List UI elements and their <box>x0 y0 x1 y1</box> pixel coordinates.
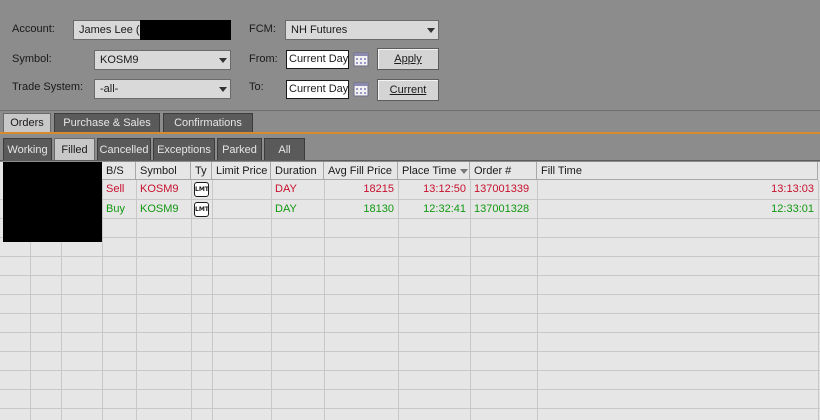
row-order-no: 137001339 <box>474 183 530 195</box>
table-row[interactable]: Buy KOSM9 LMT DAY 18130 12:32:41 1370013… <box>102 200 820 219</box>
symbol-label: Symbol: <box>12 53 52 65</box>
account-label: Account: <box>12 23 55 35</box>
to-date-value: Current Day <box>289 83 349 95</box>
to-label: To: <box>249 81 264 93</box>
tab-parked[interactable]: Parked <box>217 138 262 160</box>
current-button[interactable]: Current <box>377 79 439 101</box>
fcm-label: FCM: <box>249 23 276 35</box>
to-date-input[interactable]: Current Day <box>286 80 349 99</box>
row-fill-time: 13:13:03 <box>771 183 814 195</box>
chevron-down-icon[interactable] <box>215 80 230 98</box>
tab-confirmations[interactable]: Confirmations <box>163 113 253 132</box>
from-date-value: Current Day <box>289 53 349 65</box>
row-side: Buy <box>106 203 125 215</box>
fcm-select[interactable]: NH Futures <box>285 20 439 40</box>
trade-system-select[interactable]: -all- <box>94 79 231 99</box>
account-value: James Lee ( <box>79 24 140 36</box>
chevron-down-icon[interactable] <box>215 51 230 69</box>
row-symbol: KOSM9 <box>140 183 179 195</box>
column-header-limit-price[interactable]: Limit Price <box>212 162 271 180</box>
tab-cancelled[interactable]: Cancelled <box>97 138 151 160</box>
redacted-account <box>140 20 231 40</box>
from-date-input[interactable]: Current Day <box>286 50 349 69</box>
row-symbol: KOSM9 <box>140 203 179 215</box>
column-header-duration[interactable]: Duration <box>271 162 324 180</box>
apply-button[interactable]: Apply <box>377 48 439 70</box>
row-side: Sell <box>106 183 125 195</box>
orders-table: B/S Symbol Ty Limit Price Duration Avg F… <box>0 162 820 420</box>
redacted-block <box>3 162 102 242</box>
tab-filled[interactable]: Filled <box>54 138 95 160</box>
column-header-order-no[interactable]: Order # <box>470 162 537 180</box>
calendar-icon[interactable] <box>353 81 369 97</box>
tab-working[interactable]: Working <box>3 138 52 160</box>
column-header-place-time[interactable]: Place Time <box>398 162 470 180</box>
column-header-bs[interactable]: B/S <box>102 162 136 180</box>
column-header-type[interactable]: Ty <box>191 162 212 180</box>
trade-system-value: -all- <box>100 83 119 95</box>
row-place-time: 12:32:41 <box>423 203 466 215</box>
row-duration: DAY <box>275 203 297 215</box>
order-status-tab-bar: Working Filled Cancelled Exceptions Park… <box>0 134 820 161</box>
chevron-down-icon[interactable] <box>423 21 438 39</box>
column-header-symbol[interactable]: Symbol <box>136 162 191 180</box>
row-duration: DAY <box>275 183 297 195</box>
row-order-no: 137001328 <box>474 203 530 215</box>
row-fill-time: 12:33:01 <box>771 203 814 215</box>
from-label: From: <box>249 53 278 65</box>
fcm-value: NH Futures <box>291 24 348 36</box>
trade-system-label: Trade System: <box>12 81 84 93</box>
table-row[interactable]: Sell KOSM9 LMT DAY 18215 13:12:50 137001… <box>102 180 820 199</box>
limit-order-icon: LMT <box>194 202 209 217</box>
sort-descending-icon <box>460 169 468 174</box>
row-avg-fill-price: 18130 <box>363 203 394 215</box>
column-header-fill-time[interactable]: Fill Time <box>537 162 818 180</box>
tab-orders[interactable]: Orders <box>3 113 51 132</box>
row-place-time: 13:12:50 <box>423 183 466 195</box>
tab-all[interactable]: All <box>264 138 305 160</box>
filter-panel: Account: James Lee ( Symbol: KOSM9 Trade… <box>0 0 820 111</box>
tab-exceptions[interactable]: Exceptions <box>153 138 215 160</box>
symbol-select[interactable]: KOSM9 <box>94 50 231 70</box>
calendar-icon[interactable] <box>353 51 369 67</box>
row-avg-fill-price: 18215 <box>363 183 394 195</box>
limit-order-icon: LMT <box>194 182 209 197</box>
symbol-value: KOSM9 <box>100 54 139 66</box>
place-time-header-label: Place Time <box>402 165 457 177</box>
column-header-avg-fill-price[interactable]: Avg Fill Price <box>324 162 398 180</box>
tab-purchase-sales[interactable]: Purchase & Sales <box>54 113 160 132</box>
main-tab-bar: Orders Purchase & Sales Confirmations <box>0 111 820 134</box>
